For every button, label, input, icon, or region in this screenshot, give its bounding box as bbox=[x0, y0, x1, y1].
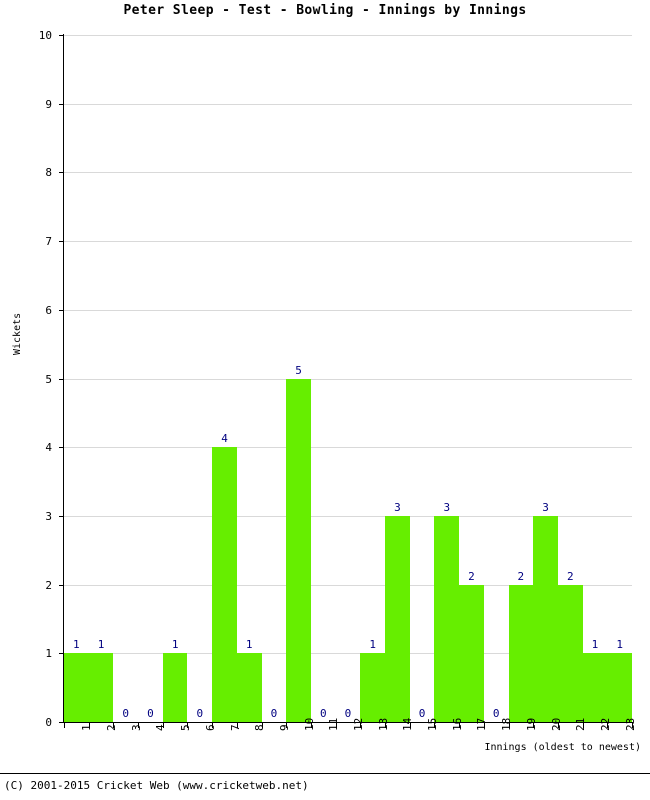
y-tick-mark bbox=[59, 35, 64, 36]
bar-value-label: 1 bbox=[616, 638, 623, 652]
x-axis-title: Innings (oldest to newest) bbox=[484, 742, 641, 753]
x-tick-label: 1 bbox=[80, 724, 94, 731]
bar bbox=[557, 584, 583, 722]
bar bbox=[64, 653, 89, 722]
x-tick-label: 17 bbox=[475, 717, 489, 731]
y-tick-mark bbox=[59, 447, 64, 449]
bar-value-label: 0 bbox=[122, 707, 130, 720]
x-tick-label: 23 bbox=[623, 717, 637, 731]
y-tick-mark bbox=[59, 103, 64, 105]
footer-divider bbox=[0, 773, 650, 774]
bar-value-label: 0 bbox=[196, 707, 204, 720]
y-tick-label: 8 bbox=[45, 166, 52, 180]
gridline bbox=[64, 172, 632, 174]
gridline bbox=[64, 378, 632, 380]
x-tick-label: 9 bbox=[277, 724, 291, 731]
bar bbox=[533, 515, 558, 722]
bar bbox=[88, 653, 114, 722]
bar bbox=[607, 653, 632, 722]
x-tick-label: 21 bbox=[574, 717, 588, 731]
bar-value-label: 1 bbox=[97, 638, 105, 652]
y-tick-mark bbox=[59, 584, 64, 586]
y-tick-label: 10 bbox=[38, 29, 52, 42]
y-tick-mark bbox=[59, 378, 64, 380]
bar-value-label: 1 bbox=[591, 638, 599, 652]
bar bbox=[434, 515, 460, 722]
x-tick-label: 14 bbox=[401, 717, 415, 731]
bar bbox=[212, 447, 237, 722]
y-tick-mark bbox=[59, 309, 64, 311]
gridline bbox=[64, 35, 632, 36]
y-axis-title: Wickets bbox=[12, 312, 23, 355]
bar-value-label: 1 bbox=[245, 638, 253, 652]
bowling-innings-chart: Peter Sleep - Test - Bowling - Innings b… bbox=[0, 0, 650, 800]
bar-value-label: 2 bbox=[468, 569, 475, 583]
x-tick-label: 3 bbox=[129, 724, 143, 731]
x-tick-label: 16 bbox=[450, 717, 464, 731]
bar bbox=[385, 515, 410, 722]
bar bbox=[236, 653, 262, 722]
plot-area: 11001041050013032023211 bbox=[59, 35, 632, 723]
bar bbox=[360, 653, 386, 722]
bar-value-label: 1 bbox=[369, 638, 376, 652]
bar-value-label: 0 bbox=[147, 707, 154, 720]
x-tick-label: 20 bbox=[549, 717, 563, 731]
bar-value-label: 0 bbox=[270, 707, 278, 720]
x-tick-label: 22 bbox=[598, 717, 612, 731]
y-tick-label: 4 bbox=[45, 441, 52, 455]
x-tick-label: 18 bbox=[500, 717, 514, 731]
x-tick-label: 4 bbox=[154, 724, 168, 731]
x-tick-mark bbox=[64, 723, 65, 728]
x-tick-label: 11 bbox=[327, 717, 341, 731]
y-tick-label: 6 bbox=[45, 303, 52, 317]
y-tick-label: 7 bbox=[45, 235, 52, 249]
copyright-footer: (C) 2001-2015 Cricket Web (www.cricketwe… bbox=[4, 779, 309, 792]
x-tick-label: 8 bbox=[253, 724, 267, 731]
bar-value-label: 2 bbox=[517, 569, 525, 583]
bar-value-label: 3 bbox=[542, 500, 549, 514]
bar-value-label: 5 bbox=[295, 363, 302, 377]
bar bbox=[582, 653, 608, 722]
y-tick-mark bbox=[59, 515, 64, 517]
x-tick-label: 10 bbox=[302, 717, 316, 731]
y-tick-label: 9 bbox=[45, 97, 52, 111]
gridline bbox=[64, 103, 632, 105]
bar-value-label: 3 bbox=[394, 500, 401, 514]
gridline bbox=[64, 309, 632, 311]
bar bbox=[162, 653, 188, 722]
bar bbox=[508, 584, 534, 722]
bar-value-label: 3 bbox=[443, 500, 451, 514]
bar bbox=[286, 378, 311, 722]
y-tick-label: 3 bbox=[45, 509, 52, 523]
y-tick-label: 2 bbox=[45, 578, 52, 592]
bar-value-label: 1 bbox=[171, 638, 179, 652]
x-tick-label: 19 bbox=[524, 717, 538, 731]
x-tick-label: 12 bbox=[352, 717, 365, 731]
x-tick-label: 13 bbox=[376, 717, 390, 731]
gridline bbox=[64, 241, 632, 243]
bar-value-label: 2 bbox=[566, 569, 574, 583]
x-tick-label: 7 bbox=[228, 724, 242, 731]
x-axis-line bbox=[63, 722, 633, 723]
x-tick-label: 15 bbox=[426, 717, 440, 731]
y-tick-label: 5 bbox=[45, 372, 52, 386]
y-tick-label: 1 bbox=[45, 647, 52, 661]
chart-title: Peter Sleep - Test - Bowling - Innings b… bbox=[123, 3, 527, 18]
bar bbox=[459, 584, 484, 722]
gridline bbox=[64, 447, 632, 449]
x-tick-label: 5 bbox=[179, 724, 193, 731]
y-tick-mark bbox=[59, 172, 64, 174]
bar-value-label: 4 bbox=[221, 432, 228, 446]
y-tick-label: 0 bbox=[45, 716, 52, 729]
bar-value-label: 1 bbox=[73, 638, 80, 652]
x-tick-label: 6 bbox=[203, 724, 217, 731]
x-tick-label: 2 bbox=[105, 724, 119, 731]
y-tick-mark bbox=[59, 241, 64, 243]
